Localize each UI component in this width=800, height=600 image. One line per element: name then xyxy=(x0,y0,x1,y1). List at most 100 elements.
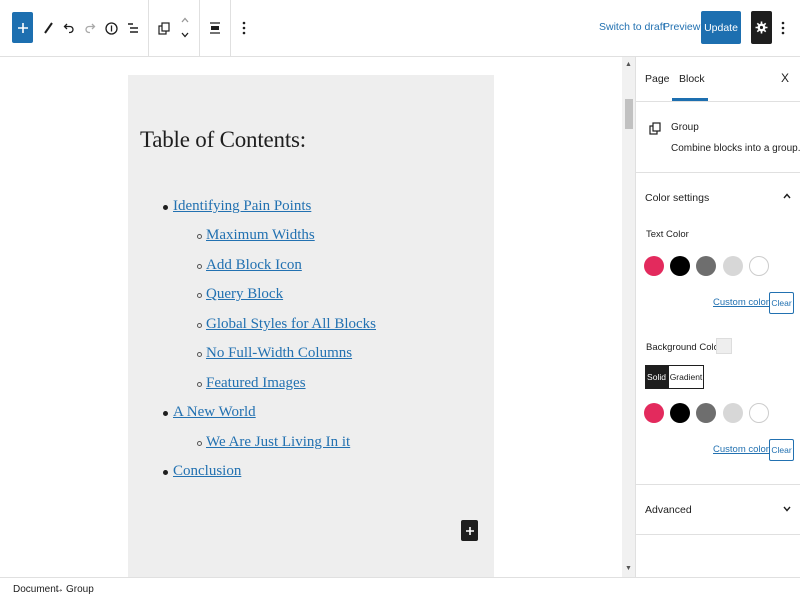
block-type-button[interactable] xyxy=(155,18,172,38)
redo-button[interactable] xyxy=(82,18,98,38)
block-options-button[interactable] xyxy=(237,18,251,38)
gear-icon xyxy=(755,21,768,34)
toc-link[interactable]: No Full-Width Columns xyxy=(206,345,352,361)
group-icon xyxy=(157,21,170,35)
toc-link[interactable]: Identifying Pain Points xyxy=(173,198,311,214)
color-swatch[interactable] xyxy=(670,256,690,276)
color-swatch[interactable] xyxy=(644,403,664,423)
chevron-down-icon[interactable] xyxy=(782,505,792,513)
block-title: Group xyxy=(671,122,699,133)
text-custom-color-link[interactable]: Custom color xyxy=(713,297,769,308)
toc-link[interactable]: A New World xyxy=(173,404,256,420)
color-swatch[interactable] xyxy=(749,403,769,423)
list-bullet xyxy=(163,411,168,416)
text-clear-button[interactable]: Clear xyxy=(769,292,794,314)
plus-icon xyxy=(17,22,28,33)
chevron-up-icon[interactable] xyxy=(782,192,792,200)
list-bullet xyxy=(197,323,202,328)
list-item[interactable]: No Full-Width Columns xyxy=(206,345,352,362)
toc-heading[interactable]: Table of Contents: xyxy=(140,127,306,153)
list-item[interactable]: Featured Images xyxy=(206,375,306,392)
color-settings-toggle[interactable]: Color settings xyxy=(645,192,709,204)
color-swatch[interactable] xyxy=(723,403,743,423)
canvas-scrollbar[interactable]: ▲ ▼ xyxy=(622,57,635,577)
add-block-inline-button[interactable] xyxy=(461,520,478,541)
toc-link[interactable]: Conclusion xyxy=(173,463,241,479)
list-item[interactable]: We Are Just Living In it xyxy=(206,434,350,451)
toc-link[interactable]: Maximum Widths xyxy=(206,227,315,243)
info-icon xyxy=(105,21,118,35)
color-swatch[interactable] xyxy=(644,256,664,276)
background-clear-button[interactable]: Clear xyxy=(769,439,794,461)
scroll-down-icon[interactable]: ▼ xyxy=(625,565,632,572)
scroll-up-icon[interactable]: ▲ xyxy=(625,61,632,68)
color-swatch[interactable] xyxy=(749,256,769,276)
list-bullet xyxy=(197,264,202,269)
list-item[interactable]: Maximum Widths xyxy=(206,227,315,244)
options-button[interactable] xyxy=(776,18,790,38)
tab-page[interactable]: Page xyxy=(645,73,670,85)
list-item[interactable]: Global Styles for All Blocks xyxy=(206,316,376,333)
details-button[interactable] xyxy=(103,18,120,38)
scroll-thumb[interactable] xyxy=(625,99,633,129)
toolbar-divider xyxy=(199,0,200,56)
update-button[interactable]: Update xyxy=(701,11,741,44)
color-swatch[interactable] xyxy=(696,403,716,423)
more-vertical-icon xyxy=(781,21,785,35)
list-item[interactable]: Conclusion xyxy=(173,463,241,480)
editor-toolbar: Switch to draft Preview Update xyxy=(0,0,800,57)
undo-icon xyxy=(63,23,74,34)
settings-button[interactable] xyxy=(751,11,772,44)
editor-canvas: Table of Contents: Identifying Pain Poin… xyxy=(0,57,622,577)
breadcrumb-group[interactable]: Group xyxy=(66,584,94,595)
background-color-preview xyxy=(716,338,732,354)
list-bullet xyxy=(197,382,202,387)
list-bullet xyxy=(163,205,168,210)
list-bullet xyxy=(197,441,202,446)
list-item[interactable]: A New World xyxy=(173,404,256,421)
list-bullet xyxy=(197,352,202,357)
background-color-label: Background Color xyxy=(646,342,723,353)
group-block[interactable]: Table of Contents: Identifying Pain Poin… xyxy=(128,75,494,577)
preview-button[interactable]: Preview xyxy=(663,21,700,33)
list-bullet xyxy=(163,470,168,475)
pencil-icon xyxy=(44,22,53,34)
toc-link[interactable]: Query Block xyxy=(206,286,283,302)
toc-link[interactable]: Global Styles for All Blocks xyxy=(206,316,376,332)
list-item[interactable]: Add Block Icon xyxy=(206,257,302,274)
color-swatch[interactable] xyxy=(696,256,716,276)
active-tab-indicator xyxy=(672,98,708,101)
text-color-label: Text Color xyxy=(646,229,689,240)
breadcrumb-separator: → xyxy=(54,584,64,595)
panel-divider xyxy=(636,534,800,535)
move-up-icon xyxy=(181,17,189,23)
color-swatch[interactable] xyxy=(670,403,690,423)
align-icon xyxy=(209,22,220,34)
list-item[interactable]: Query Block xyxy=(206,286,283,303)
breadcrumb-document[interactable]: Document xyxy=(13,584,59,595)
group-icon xyxy=(649,122,661,135)
tab-block[interactable]: Block xyxy=(679,73,705,85)
undo-button[interactable] xyxy=(61,18,77,38)
toc-link[interactable]: Featured Images xyxy=(206,375,306,391)
move-down-icon xyxy=(181,32,189,38)
close-sidebar-button[interactable]: X xyxy=(781,71,789,85)
gradient-tab[interactable]: Gradient xyxy=(668,365,704,389)
move-down-button[interactable] xyxy=(178,28,192,42)
move-up-button[interactable] xyxy=(178,13,192,27)
background-custom-color-link[interactable]: Custom color xyxy=(713,444,769,455)
advanced-toggle[interactable]: Advanced xyxy=(645,504,692,516)
solid-tab[interactable]: Solid xyxy=(645,365,668,389)
add-block-button[interactable] xyxy=(12,12,33,43)
toc-link[interactable]: We Are Just Living In it xyxy=(206,434,350,450)
toolbar-divider xyxy=(148,0,149,56)
tools-button[interactable] xyxy=(40,18,56,38)
plus-icon xyxy=(465,526,474,535)
toc-link[interactable]: Add Block Icon xyxy=(206,257,302,273)
list-view-button[interactable] xyxy=(125,18,141,38)
color-swatch[interactable] xyxy=(723,256,743,276)
switch-to-draft-button[interactable]: Switch to draft xyxy=(599,21,666,33)
panel-divider xyxy=(636,484,800,485)
align-button[interactable] xyxy=(206,18,223,38)
list-item[interactable]: Identifying Pain Points xyxy=(173,198,311,215)
